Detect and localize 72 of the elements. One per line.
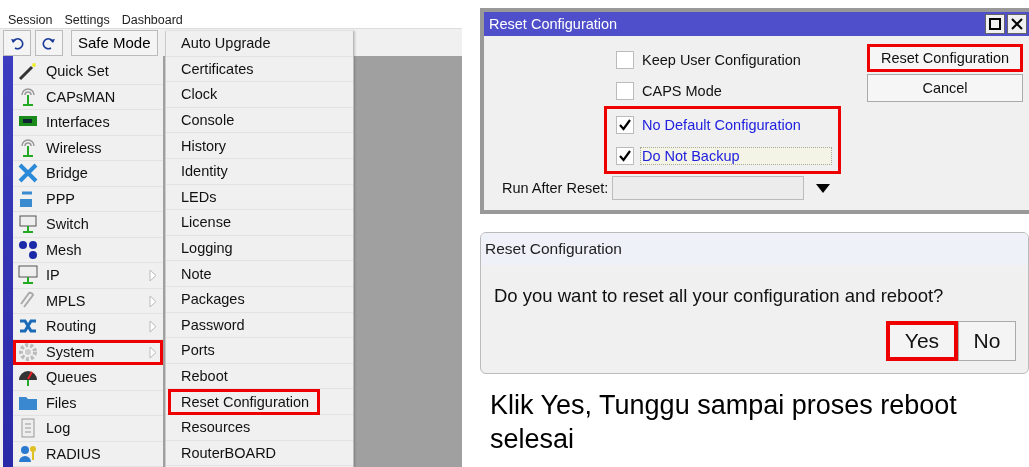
sidebar-item[interactable]: IP — [13, 263, 163, 289]
submenu-item[interactable]: License — [168, 209, 242, 236]
monitor-icon — [18, 265, 38, 286]
sidebar-item[interactable]: RADIUS — [13, 441, 163, 467]
submenu-item[interactable]: Clock — [168, 81, 229, 108]
antenna-icon — [18, 86, 38, 107]
wand-icon — [18, 61, 38, 82]
select-field[interactable] — [612, 176, 805, 200]
sidebar-item[interactable]: Files — [13, 390, 163, 416]
sidebar-item[interactable]: System — [13, 339, 163, 365]
switch-icon — [18, 214, 38, 235]
submenu-item[interactable]: Reboot — [168, 363, 239, 389]
dialog-button[interactable]: Yes — [886, 321, 958, 361]
user-key-icon — [18, 443, 38, 464]
dropdown-arrow-icon — [816, 183, 831, 193]
undo-icon — [10, 35, 24, 50]
option-label: CAPS Mode — [641, 81, 723, 100]
safe-mode-button[interactable]: Safe Mode — [71, 29, 158, 56]
submenu-item[interactable]: Reset Configuration — [168, 388, 321, 415]
sidebar-item[interactable]: Routing — [13, 314, 163, 340]
option-label: No Default Configuration — [641, 115, 802, 134]
redo-icon — [42, 35, 56, 50]
submenu-item[interactable]: Ports — [168, 337, 226, 364]
submenu-item[interactable]: Console — [168, 107, 246, 134]
dialog-message: Do you want to reset all your configuration and reboot? — [493, 284, 945, 307]
submenu-item[interactable]: Packages — [168, 286, 256, 313]
submenu-item[interactable]: Resources — [168, 414, 262, 441]
maximize-icon — [989, 18, 1001, 30]
document-icon — [18, 418, 38, 439]
checkbox[interactable] — [616, 81, 634, 100]
dialog-button[interactable]: No — [958, 321, 1016, 361]
close-button[interactable] — [1007, 14, 1027, 34]
submenu-item[interactable]: RouterBOARD — [168, 439, 288, 466]
sidebar-item[interactable]: Log — [13, 416, 163, 442]
sidebar-item[interactable]: PPP — [13, 186, 163, 212]
submenu-item[interactable]: Note — [168, 260, 223, 287]
checkbox[interactable] — [616, 115, 634, 134]
antenna-icon — [18, 137, 38, 158]
caption: Klik Yes, Tunggu sampai proses reboot selesai — [490, 389, 958, 456]
submenu-item[interactable]: Identity — [168, 158, 239, 185]
checkmark-icon — [619, 118, 631, 131]
option-label: Keep User Configuration — [641, 50, 802, 69]
maximize-button[interactable] — [985, 14, 1005, 34]
sidebar-item[interactable]: MPLS — [13, 288, 163, 314]
menu-item[interactable]: Session — [8, 13, 53, 28]
dialog-button[interactable]: Cancel — [867, 74, 1023, 102]
sidebar-item[interactable]: Queues — [13, 365, 163, 391]
menu-item[interactable]: Dashboard — [121, 13, 183, 28]
dialog-button[interactable]: Reset Configuration — [867, 44, 1023, 72]
checkbox[interactable] — [616, 146, 634, 165]
sidebar-item[interactable]: Bridge — [13, 161, 163, 187]
dots-icon — [18, 239, 38, 260]
sidebar-item[interactable]: Interfaces — [13, 110, 163, 136]
dialog-title: Reset Configuration — [481, 233, 1028, 265]
submenu-item[interactable]: Password — [168, 311, 256, 338]
title-bar: Reset Configuration — [484, 12, 1029, 36]
checkmark-icon — [619, 149, 631, 162]
submenu-item[interactable]: History — [168, 132, 238, 159]
submenu-item[interactable]: Certificates — [168, 55, 265, 82]
option-label: Do Not Backup — [640, 146, 832, 165]
redo-button[interactable] — [35, 29, 63, 56]
submenu-item[interactable]: LEDs — [168, 183, 228, 210]
gear-icon — [18, 341, 38, 362]
undo-button[interactable] — [3, 29, 31, 56]
sidebar-item[interactable]: Switch — [13, 212, 163, 238]
close-icon — [1011, 18, 1023, 30]
checkbox[interactable] — [616, 50, 634, 69]
sidebar-item[interactable]: Mesh — [13, 237, 163, 263]
field-label: Run After Reset: — [502, 180, 609, 196]
submenu-item[interactable]: Logging — [168, 235, 244, 262]
menu-item[interactable]: Settings — [64, 13, 110, 28]
submenu-item[interactable]: Auto Upgrade — [168, 30, 282, 57]
